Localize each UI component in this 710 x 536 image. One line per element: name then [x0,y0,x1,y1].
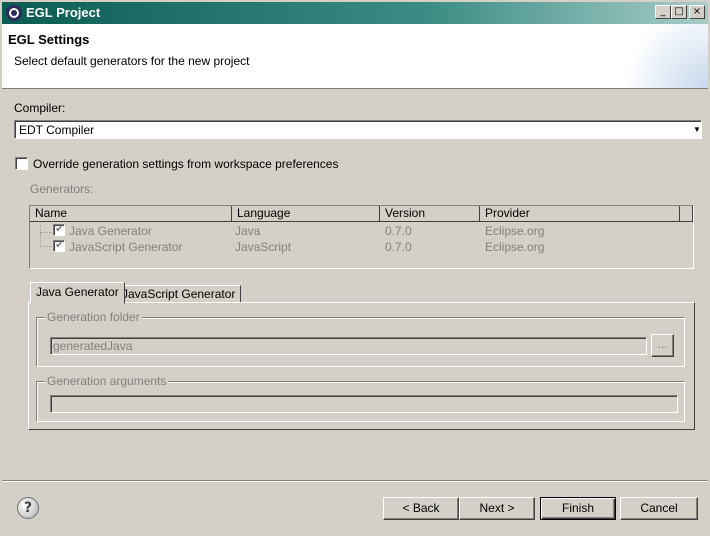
generator-provider: Eclipse.org [485,240,545,254]
generator-version: 0.7.0 [385,224,412,238]
compiler-combo[interactable]: EDT Compiler ▼ [14,120,702,139]
generator-language: Java [235,224,261,238]
browse-button[interactable]: ... [651,334,674,357]
maximize-button[interactable]: □ [671,5,687,19]
column-header-filler [680,206,693,222]
generators-table[interactable]: Name Language Version Provider Java Gene… [29,205,694,269]
generation-folder-label: Generation folder [45,310,142,324]
tree-line [40,233,52,247]
override-label[interactable]: Override generation settings from worksp… [33,157,338,171]
tab-javascript-generator[interactable]: JavaScript Generator [116,285,242,303]
eclipse-icon [6,5,22,21]
generation-arguments-input[interactable] [50,395,678,413]
generator-name: JavaScript Generator [69,240,183,254]
generator-name: Java Generator [69,224,152,238]
window-title: EGL Project [26,5,101,20]
page-description: Select default generators for the new pr… [14,54,250,68]
table-row[interactable]: Java Generator Java 0.7.0 Eclipse.org [30,222,693,239]
generators-label: Generators: [30,182,94,196]
column-header-language[interactable]: Language [232,206,380,222]
page-title: EGL Settings [8,32,90,47]
title-bar[interactable]: EGL Project _ □ × [0,0,710,24]
button-bar-separator [2,480,708,482]
generator-language: JavaScript [235,240,292,254]
close-button[interactable]: × [689,5,705,19]
wizard-banner-image [618,24,708,88]
column-header-provider[interactable]: Provider [480,206,680,222]
wizard-header: EGL Settings Select default generators f… [2,24,708,89]
generation-arguments-label: Generation arguments [45,374,169,388]
cancel-button[interactable]: Cancel [620,497,698,520]
generator-version: 0.7.0 [385,240,412,254]
compiler-value: EDT Compiler [19,123,95,137]
generator-provider: Eclipse.org [485,224,545,238]
chevron-down-icon[interactable]: ▼ [693,122,699,137]
next-button[interactable]: Next > [459,497,535,520]
tree-line [40,225,52,233]
minimize-button[interactable]: _ [655,5,671,19]
generation-folder-input[interactable]: generatedJava [50,337,647,355]
help-icon[interactable]: ? [17,497,39,519]
finish-button[interactable]: Finish [540,497,616,520]
back-button[interactable]: < Back [383,497,459,520]
column-header-name[interactable]: Name [30,206,232,222]
tab-java-generator[interactable]: Java Generator [30,282,125,304]
compiler-label: Compiler: [14,101,66,115]
override-checkbox[interactable] [15,157,28,170]
generator-checkbox[interactable] [53,222,65,236]
generator-checkbox[interactable] [53,238,65,252]
column-header-version[interactable]: Version [380,206,480,222]
table-row[interactable]: JavaScript Generator JavaScript 0.7.0 Ec… [30,233,693,255]
